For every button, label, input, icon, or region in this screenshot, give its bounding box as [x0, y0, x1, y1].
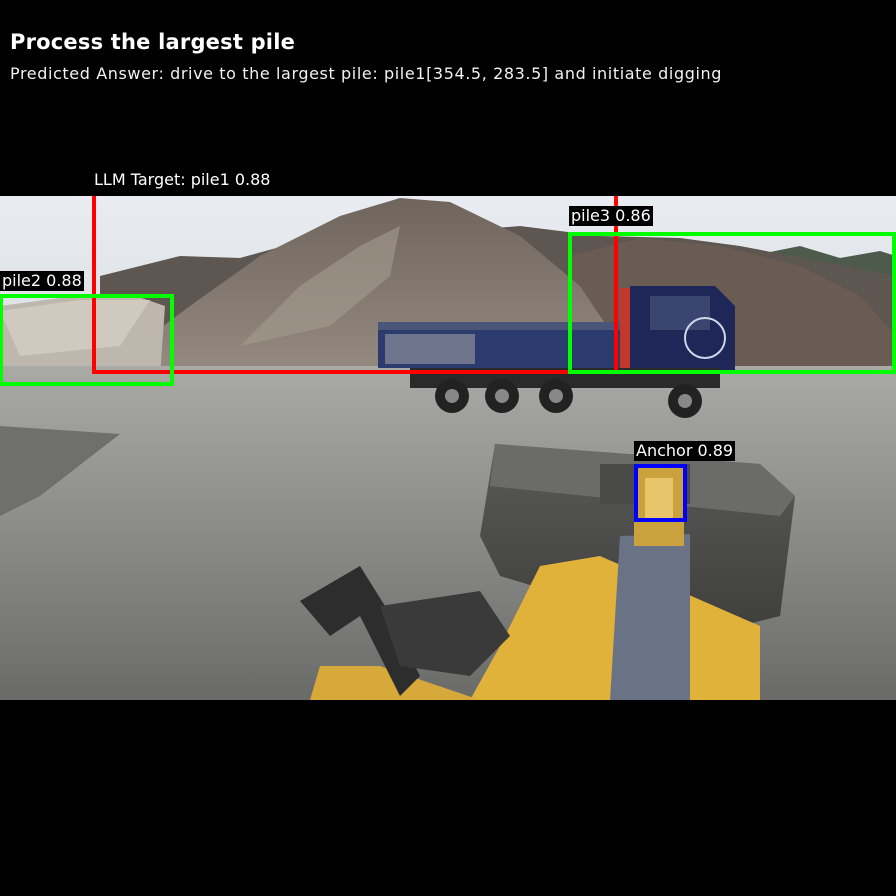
camera-frame — [0, 196, 896, 700]
page-title: Process the largest pile — [10, 30, 296, 54]
pile3-label: pile3 0.86 — [569, 206, 653, 226]
quarry-scene — [0, 196, 896, 700]
pile2-label: pile2 0.88 — [0, 271, 84, 291]
pile1-label: LLM Target: pile1 0.88 — [94, 170, 271, 189]
predicted-answer: Predicted Answer: drive to the largest p… — [10, 64, 723, 83]
anchor-label: Anchor 0.89 — [634, 441, 736, 461]
